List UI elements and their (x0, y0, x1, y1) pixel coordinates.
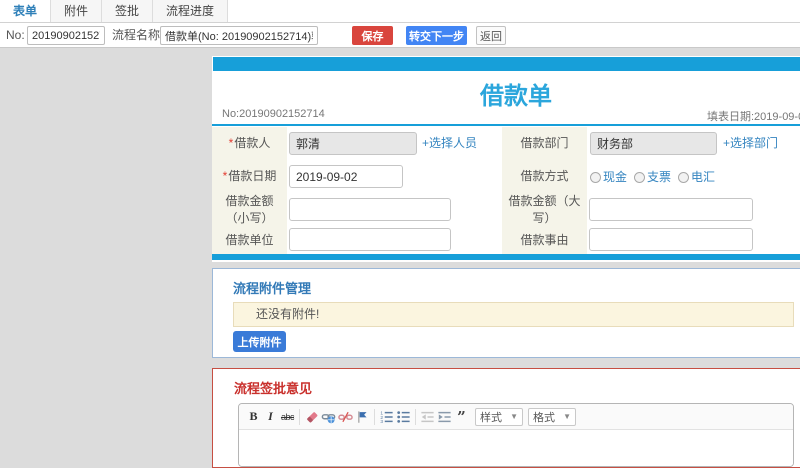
no-attachments-notice: 还没有附件! (233, 302, 794, 327)
opinion-panel: 流程签批意见 B I abc 123 ” 样式 ▼ 格式 ▼ (212, 368, 800, 468)
svg-text:3: 3 (380, 419, 383, 424)
form-no-text: No:20190902152714 (222, 108, 325, 120)
amount-small-label: 借款金额（小写） (212, 193, 287, 226)
amount-big-input[interactable] (589, 198, 753, 221)
tab-bar: 表单 附件 签批 流程进度 (0, 0, 800, 23)
format-dropdown-label: 格式 (533, 411, 555, 424)
toolbar-separator (374, 408, 375, 425)
strikethrough-button[interactable]: abc (279, 408, 296, 426)
amount-small-input[interactable] (289, 198, 451, 221)
cash-radio-label[interactable]: 现金 (603, 170, 627, 184)
loan-form-panel: 借款单 No:20190902152714 填表日期:2019-09-02 15… (212, 56, 800, 262)
tab-approval[interactable]: 签批 (102, 0, 154, 22)
back-button[interactable]: 返回 (476, 26, 506, 45)
format-dropdown[interactable]: 格式 ▼ (528, 407, 576, 426)
unit-label: 借款单位 (212, 226, 287, 254)
form-date-text: 填表日期:2019-09-02 15:27:1 (707, 111, 800, 123)
eraser-icon (306, 411, 317, 422)
process-name-label: 流程名称: (112, 28, 164, 42)
anchor-button[interactable] (354, 408, 371, 426)
ordered-list-icon: 123 (380, 410, 393, 424)
ordered-list-button[interactable]: 123 (378, 408, 395, 426)
wire-radio[interactable] (678, 172, 690, 183)
department-input[interactable] (590, 132, 717, 155)
chevron-down-icon: ▼ (563, 412, 571, 421)
cash-radio[interactable] (590, 172, 601, 183)
select-person-link[interactable]: +选择人员 (422, 127, 477, 160)
remove-format-button[interactable] (303, 408, 320, 426)
header-toolbar: No: 流程名称: 保存 转交下一步 返回 (0, 23, 800, 48)
blockquote-button[interactable]: ” (453, 408, 470, 426)
editor-content-area[interactable] (239, 430, 793, 466)
page-title: 借款单 (480, 83, 552, 110)
chevron-down-icon: ▼ (510, 412, 518, 421)
borrower-label: *借款人 (212, 127, 287, 160)
method-label: 借款方式 (502, 160, 587, 193)
check-radio-label[interactable]: 支票 (647, 170, 671, 184)
amount-big-label: 借款金额（大写） (502, 193, 587, 226)
form-divider (212, 124, 800, 126)
outdent-button[interactable] (419, 408, 436, 426)
check-radio[interactable] (634, 172, 646, 183)
reason-input[interactable] (589, 228, 753, 251)
wire-radio-label[interactable]: 电汇 (691, 170, 715, 184)
process-name-input[interactable] (160, 26, 318, 45)
indent-icon (438, 411, 451, 422)
bold-icon: B (249, 409, 258, 423)
required-marker: * (222, 169, 228, 183)
italic-button[interactable]: I (262, 408, 279, 426)
save-button[interactable]: 保存 (352, 26, 393, 45)
unlink-icon (338, 411, 353, 422)
department-label: 借款部门 (502, 127, 587, 160)
bullet-list-button[interactable] (395, 408, 412, 426)
flag-icon (358, 410, 367, 423)
editor-toolbar: B I abc 123 ” 样式 ▼ 格式 ▼ (239, 404, 793, 430)
tab-form[interactable]: 表单 (0, 0, 52, 22)
select-department-link[interactable]: +选择部门 (723, 127, 778, 160)
tab-attachments[interactable]: 附件 (51, 0, 103, 22)
italic-icon: I (268, 409, 273, 423)
indent-button[interactable] (436, 408, 453, 426)
toolbar-separator (415, 408, 416, 425)
upload-attachment-button[interactable]: 上传附件 (233, 331, 286, 352)
form-top-bar (213, 57, 800, 71)
next-step-button[interactable]: 转交下一步 (406, 26, 467, 45)
no-label: No: (6, 28, 25, 42)
no-input[interactable] (27, 26, 105, 45)
borrower-input[interactable] (289, 132, 417, 155)
unlink-icon[interactable] (337, 408, 354, 426)
bold-button[interactable]: B (245, 408, 262, 426)
link-button[interactable] (320, 408, 337, 426)
blockquote-icon: ” (457, 407, 466, 426)
toolbar-separator (299, 408, 300, 425)
link-icon (321, 413, 336, 423)
loan-date-label: *借款日期 (212, 160, 287, 193)
rich-text-editor: B I abc 123 ” 样式 ▼ 格式 ▼ (238, 403, 794, 467)
required-marker: * (228, 136, 234, 150)
method-options: 现金 支票 电汇 (590, 160, 722, 193)
unit-input[interactable] (289, 228, 451, 251)
loan-date-input[interactable] (289, 165, 403, 188)
attachments-header: 流程附件管理 (233, 281, 312, 296)
bullet-list-icon (397, 410, 410, 423)
attachments-panel: 流程附件管理 还没有附件! 上传附件 (212, 268, 800, 358)
tab-progress[interactable]: 流程进度 (153, 0, 229, 22)
outdent-icon (421, 411, 434, 422)
form-bottom-bar (212, 254, 800, 260)
opinion-header: 流程签批意见 (234, 381, 313, 396)
strikethrough-icon: abc (280, 411, 295, 422)
style-dropdown-label: 样式 (480, 411, 502, 424)
style-dropdown[interactable]: 样式 ▼ (475, 407, 523, 426)
reason-label: 借款事由 (502, 226, 587, 254)
